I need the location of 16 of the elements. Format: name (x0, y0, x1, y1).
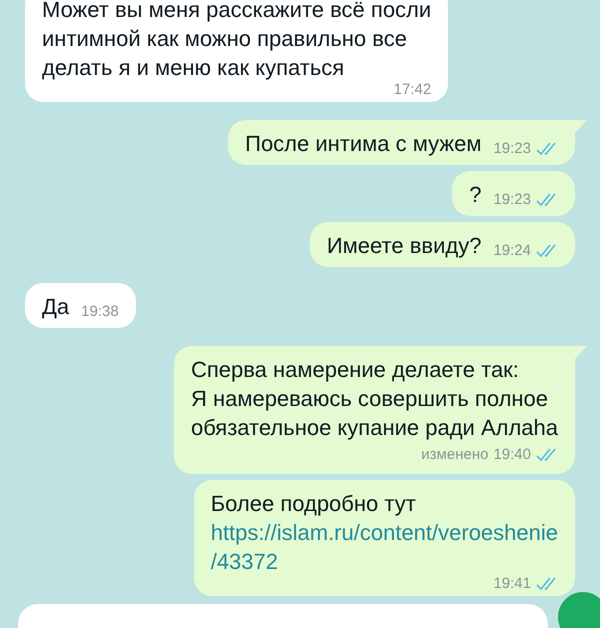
message-text: Да (42, 293, 70, 321)
message-time: 19:23 (493, 138, 531, 158)
message-time: 19:24 (493, 240, 531, 260)
message-text: Сперва намерение делаете так: Я намереваюсь совершить полное обязательное купание ради Аллаhа (190, 356, 558, 442)
message-text: Может вы меня расскажите всё посли интимной как можно правильно все делать я и меню как купаться (42, 0, 432, 82)
message-time: 19:40 (493, 445, 531, 465)
message-text: Имеете ввиду? (326, 232, 482, 260)
message-text: Более подробно тут (210, 490, 417, 518)
message-text: После интима с мужем (245, 130, 482, 158)
edited-label: изменено (421, 445, 488, 465)
link[interactable]: https://islam.ru/content/veroeshenie/43372 (210, 518, 558, 576)
message-time: 19:41 (493, 576, 531, 592)
message-time: 19:38 (81, 302, 119, 322)
message-text: ? (469, 181, 482, 209)
message-time: 19:23 (493, 190, 531, 210)
message-time: 17:42 (394, 82, 432, 98)
